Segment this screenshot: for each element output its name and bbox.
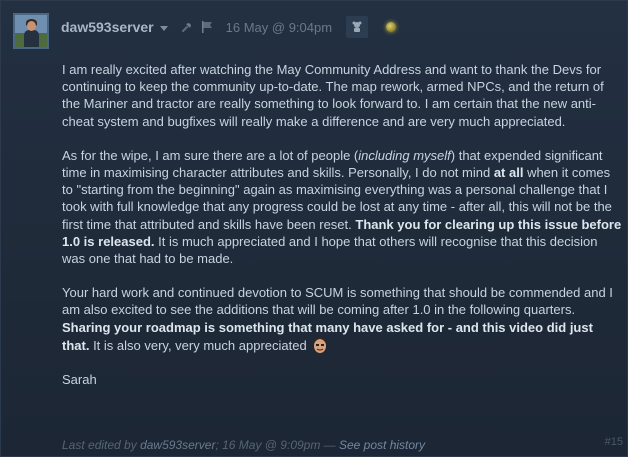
post-header: daw593server 16 May @ 9:04pm bbox=[61, 16, 397, 38]
avatar[interactable] bbox=[13, 13, 49, 49]
paragraph-3: Your hard work and continued devotion to… bbox=[62, 285, 613, 354]
author-name-link[interactable]: daw593server bbox=[61, 19, 154, 35]
edit-info: Last edited by daw593server; 16 May @ 9:… bbox=[62, 438, 426, 452]
pin-icon[interactable] bbox=[180, 20, 194, 34]
post-timestamp: 16 May @ 9:04pm bbox=[225, 19, 333, 35]
flag-icon[interactable] bbox=[200, 20, 214, 34]
post-number[interactable]: #15 bbox=[605, 436, 623, 448]
chevron-down-icon[interactable] bbox=[159, 25, 168, 31]
smiley-emote-icon bbox=[312, 336, 328, 354]
award-icon[interactable] bbox=[346, 16, 369, 38]
post-content: I am really excited after watching the M… bbox=[62, 61, 622, 405]
editor-name: daw593server bbox=[140, 438, 216, 452]
paragraph-1: I am really excited after watching the M… bbox=[62, 62, 604, 129]
paragraph-2: As for the wipe, I am sure there are a l… bbox=[62, 147, 622, 267]
forum-post: daw593server 16 May @ 9:04pm I am really… bbox=[0, 0, 628, 457]
signoff: Sarah bbox=[62, 372, 97, 388]
post-history-link[interactable]: See post history bbox=[339, 438, 425, 452]
badge-orb-icon[interactable] bbox=[386, 22, 397, 32]
